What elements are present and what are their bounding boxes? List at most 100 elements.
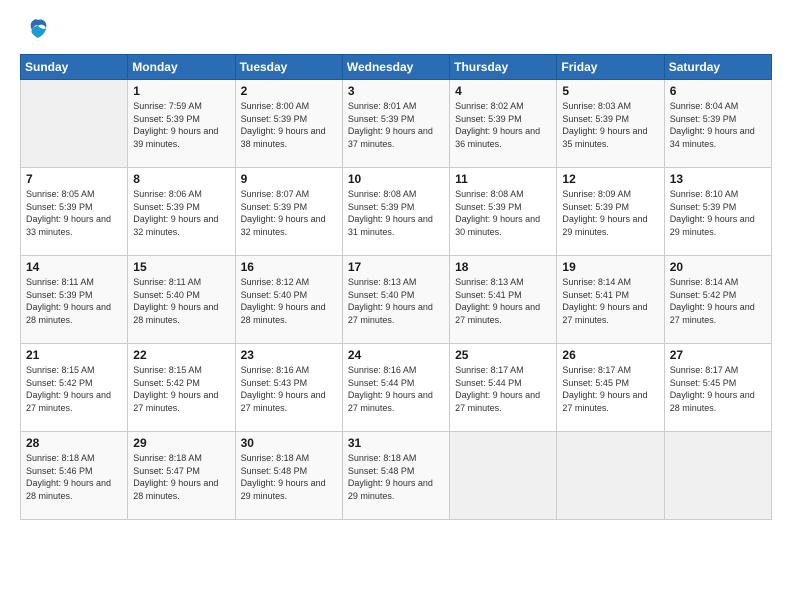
- day-number: 22: [133, 348, 229, 362]
- day-number: 5: [562, 84, 658, 98]
- header-row: Sunday Monday Tuesday Wednesday Thursday…: [21, 55, 772, 80]
- calendar-cell: [21, 80, 128, 168]
- day-info: Sunrise: 8:00 AMSunset: 5:39 PMDaylight:…: [241, 100, 337, 150]
- day-info: Sunrise: 8:17 AMSunset: 5:44 PMDaylight:…: [455, 364, 551, 414]
- day-info: Sunrise: 8:11 AMSunset: 5:39 PMDaylight:…: [26, 276, 122, 326]
- day-number: 3: [348, 84, 444, 98]
- day-number: 30: [241, 436, 337, 450]
- day-info: Sunrise: 8:18 AMSunset: 5:46 PMDaylight:…: [26, 452, 122, 502]
- day-info: Sunrise: 8:15 AMSunset: 5:42 PMDaylight:…: [133, 364, 229, 414]
- day-number: 31: [348, 436, 444, 450]
- calendar-cell: 2 Sunrise: 8:00 AMSunset: 5:39 PMDaylight…: [235, 80, 342, 168]
- day-info: Sunrise: 8:13 AMSunset: 5:41 PMDaylight:…: [455, 276, 551, 326]
- day-info: Sunrise: 8:08 AMSunset: 5:39 PMDaylight:…: [348, 188, 444, 238]
- calendar-cell: 25 Sunrise: 8:17 AMSunset: 5:44 PMDayligh…: [450, 344, 557, 432]
- day-number: 19: [562, 260, 658, 274]
- day-number: 10: [348, 172, 444, 186]
- calendar-cell: 17 Sunrise: 8:13 AMSunset: 5:40 PMDayligh…: [342, 256, 449, 344]
- week-row-1: 1 Sunrise: 7:59 AMSunset: 5:39 PMDaylight…: [21, 80, 772, 168]
- calendar-cell: 9 Sunrise: 8:07 AMSunset: 5:39 PMDaylight…: [235, 168, 342, 256]
- day-number: 7: [26, 172, 122, 186]
- calendar-cell: 11Sunrise: 8:08 AMSunset: 5:39 PMDayligh…: [450, 168, 557, 256]
- calendar-cell: 14 Sunrise: 8:11 AMSunset: 5:39 PMDayligh…: [21, 256, 128, 344]
- header-wednesday: Wednesday: [342, 55, 449, 80]
- day-info: Sunrise: 8:06 AMSunset: 5:39 PMDaylight:…: [133, 188, 229, 238]
- calendar-cell: 13Sunrise: 8:10 AMSunset: 5:39 PMDayligh…: [664, 168, 771, 256]
- logo-bird-icon: [24, 16, 52, 44]
- day-number: 23: [241, 348, 337, 362]
- day-number: 16: [241, 260, 337, 274]
- calendar-cell: 24 Sunrise: 8:16 AMSunset: 5:44 PMDayligh…: [342, 344, 449, 432]
- header-sunday: Sunday: [21, 55, 128, 80]
- day-number: 27: [670, 348, 766, 362]
- week-row-5: 28 Sunrise: 8:18 AMSunset: 5:46 PMDayligh…: [21, 432, 772, 520]
- day-number: 29: [133, 436, 229, 450]
- header-saturday: Saturday: [664, 55, 771, 80]
- logo: [20, 16, 52, 44]
- day-number: 8: [133, 172, 229, 186]
- day-number: 14: [26, 260, 122, 274]
- day-info: Sunrise: 8:09 AMSunset: 5:39 PMDaylight:…: [562, 188, 658, 238]
- day-number: 12: [562, 172, 658, 186]
- calendar-cell: 5 Sunrise: 8:03 AMSunset: 5:39 PMDaylight…: [557, 80, 664, 168]
- calendar-header: Sunday Monday Tuesday Wednesday Thursday…: [21, 55, 772, 80]
- header-monday: Monday: [128, 55, 235, 80]
- day-number: 4: [455, 84, 551, 98]
- day-number: 11: [455, 172, 551, 186]
- week-row-2: 7Sunrise: 8:05 AMSunset: 5:39 PMDaylight…: [21, 168, 772, 256]
- calendar-cell: 26 Sunrise: 8:17 AMSunset: 5:45 PMDayligh…: [557, 344, 664, 432]
- day-info: Sunrise: 8:18 AMSunset: 5:47 PMDaylight:…: [133, 452, 229, 502]
- day-info: Sunrise: 8:16 AMSunset: 5:44 PMDaylight:…: [348, 364, 444, 414]
- day-number: 26: [562, 348, 658, 362]
- day-number: 15: [133, 260, 229, 274]
- calendar-cell: [557, 432, 664, 520]
- day-info: Sunrise: 8:10 AMSunset: 5:39 PMDaylight:…: [670, 188, 766, 238]
- calendar-cell: 31 Sunrise: 8:18 AMSunset: 5:48 PMDayligh…: [342, 432, 449, 520]
- header-tuesday: Tuesday: [235, 55, 342, 80]
- calendar-cell: 10 Sunrise: 8:08 AMSunset: 5:39 PMDayligh…: [342, 168, 449, 256]
- day-number: 21: [26, 348, 122, 362]
- day-info: Sunrise: 8:11 AMSunset: 5:40 PMDaylight:…: [133, 276, 229, 326]
- day-info: Sunrise: 8:18 AMSunset: 5:48 PMDaylight:…: [348, 452, 444, 502]
- calendar-cell: 19 Sunrise: 8:14 AMSunset: 5:41 PMDayligh…: [557, 256, 664, 344]
- day-info: Sunrise: 8:04 AMSunset: 5:39 PMDaylight:…: [670, 100, 766, 150]
- day-info: Sunrise: 8:14 AMSunset: 5:41 PMDaylight:…: [562, 276, 658, 326]
- calendar-cell: 21 Sunrise: 8:15 AMSunset: 5:42 PMDayligh…: [21, 344, 128, 432]
- calendar-cell: 23Sunrise: 8:16 AMSunset: 5:43 PMDayligh…: [235, 344, 342, 432]
- day-number: 1: [133, 84, 229, 98]
- calendar-cell: 15 Sunrise: 8:11 AMSunset: 5:40 PMDayligh…: [128, 256, 235, 344]
- day-number: 20: [670, 260, 766, 274]
- header-friday: Friday: [557, 55, 664, 80]
- day-number: 9: [241, 172, 337, 186]
- day-info: Sunrise: 8:12 AMSunset: 5:40 PMDaylight:…: [241, 276, 337, 326]
- day-info: Sunrise: 8:17 AMSunset: 5:45 PMDaylight:…: [670, 364, 766, 414]
- day-number: 28: [26, 436, 122, 450]
- calendar-cell: 16 Sunrise: 8:12 AMSunset: 5:40 PMDayligh…: [235, 256, 342, 344]
- day-info: Sunrise: 8:13 AMSunset: 5:40 PMDaylight:…: [348, 276, 444, 326]
- day-number: 17: [348, 260, 444, 274]
- calendar-page: Sunday Monday Tuesday Wednesday Thursday…: [0, 0, 792, 612]
- calendar-cell: 30Sunrise: 8:18 AMSunset: 5:48 PMDayligh…: [235, 432, 342, 520]
- day-number: 2: [241, 84, 337, 98]
- week-row-4: 21 Sunrise: 8:15 AMSunset: 5:42 PMDayligh…: [21, 344, 772, 432]
- day-number: 18: [455, 260, 551, 274]
- calendar-cell: [664, 432, 771, 520]
- calendar-body: 1 Sunrise: 7:59 AMSunset: 5:39 PMDaylight…: [21, 80, 772, 520]
- calendar-cell: 18 Sunrise: 8:13 AMSunset: 5:41 PMDayligh…: [450, 256, 557, 344]
- day-info: Sunrise: 8:01 AMSunset: 5:39 PMDaylight:…: [348, 100, 444, 150]
- day-info: Sunrise: 8:15 AMSunset: 5:42 PMDaylight:…: [26, 364, 122, 414]
- calendar-table: Sunday Monday Tuesday Wednesday Thursday…: [20, 54, 772, 520]
- calendar-cell: 3 Sunrise: 8:01 AMSunset: 5:39 PMDaylight…: [342, 80, 449, 168]
- calendar-cell: 8 Sunrise: 8:06 AMSunset: 5:39 PMDaylight…: [128, 168, 235, 256]
- day-number: 25: [455, 348, 551, 362]
- calendar-cell: 1 Sunrise: 7:59 AMSunset: 5:39 PMDaylight…: [128, 80, 235, 168]
- day-info: Sunrise: 7:59 AMSunset: 5:39 PMDaylight:…: [133, 100, 229, 150]
- day-info: Sunrise: 8:03 AMSunset: 5:39 PMDaylight:…: [562, 100, 658, 150]
- day-number: 6: [670, 84, 766, 98]
- calendar-cell: 27 Sunrise: 8:17 AMSunset: 5:45 PMDayligh…: [664, 344, 771, 432]
- calendar-cell: 20Sunrise: 8:14 AMSunset: 5:42 PMDayligh…: [664, 256, 771, 344]
- day-info: Sunrise: 8:17 AMSunset: 5:45 PMDaylight:…: [562, 364, 658, 414]
- day-info: Sunrise: 8:02 AMSunset: 5:39 PMDaylight:…: [455, 100, 551, 150]
- day-number: 24: [348, 348, 444, 362]
- day-info: Sunrise: 8:07 AMSunset: 5:39 PMDaylight:…: [241, 188, 337, 238]
